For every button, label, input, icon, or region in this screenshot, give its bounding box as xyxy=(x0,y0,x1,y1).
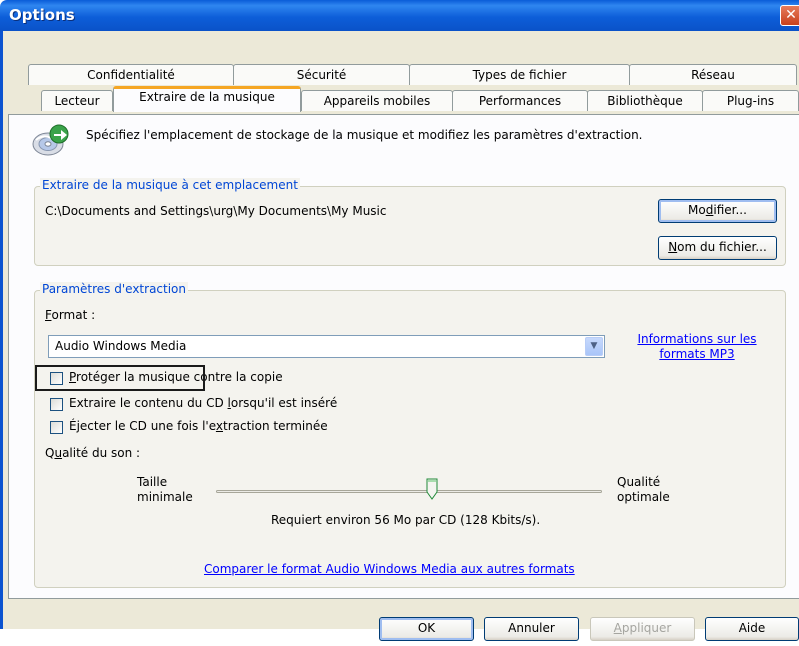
mp3-info-link[interactable]: Informations sur les formats MP3 xyxy=(622,332,772,362)
tab-plug-ins[interactable]: Plug-ins xyxy=(702,90,799,111)
quality-slider-track[interactable] xyxy=(216,490,602,493)
location-legend: Extraire de la musique à cet emplacement xyxy=(40,178,300,192)
tab-appareils-mobiles[interactable]: Appareils mobiles xyxy=(301,90,453,111)
title-bar[interactable] xyxy=(0,0,799,31)
close-button[interactable]: ✕ xyxy=(780,5,799,26)
compare-formats-link[interactable]: Comparer le format Audio Windows Media a… xyxy=(204,562,575,576)
modify-button[interactable]: Modifier... xyxy=(658,199,777,223)
cd-rip-icon xyxy=(31,122,71,158)
location-path: C:\Documents and Settings\urg\My Documen… xyxy=(45,204,387,218)
tab-performances[interactable]: Performances xyxy=(452,90,588,111)
quality-info: Requiert environ 56 Mo par CD (128 Kbits… xyxy=(271,513,541,527)
chevron-down-icon[interactable]: ▼ xyxy=(585,337,603,356)
tab-lecteur[interactable]: Lecteur xyxy=(41,90,113,111)
apply-button[interactable]: Appliquer xyxy=(590,617,695,641)
tab-types-de-fichier[interactable]: Types de fichier xyxy=(409,64,630,85)
auto-rip-checkbox[interactable] xyxy=(50,398,63,411)
auto-rip-label[interactable]: Extraire le contenu du CD lorsqu'il est … xyxy=(69,396,337,410)
cancel-button[interactable]: Annuler xyxy=(484,617,579,641)
tab-reseau[interactable]: Réseau xyxy=(629,64,797,85)
quality-min-label: Taille minimale xyxy=(137,475,193,504)
tab-confidentialite[interactable]: Confidentialité xyxy=(28,64,234,85)
help-button[interactable]: Aide xyxy=(705,617,799,641)
eject-checkbox[interactable] xyxy=(50,421,63,434)
tab-securite[interactable]: Sécurité xyxy=(233,64,410,85)
format-select[interactable]: Audio Windows Media ▼ xyxy=(48,335,605,358)
format-select-value: Audio Windows Media xyxy=(55,339,187,353)
filename-button[interactable]: Nom du fichier... xyxy=(658,236,777,260)
header-description: Spécifiez l'emplacement de stockage de l… xyxy=(86,128,643,142)
tab-extraire-musique[interactable]: Extraire de la musique xyxy=(113,86,301,112)
ok-button[interactable]: OK xyxy=(379,617,474,641)
window-title: Options xyxy=(9,6,75,24)
eject-label[interactable]: Éjecter le CD une fois l'extraction term… xyxy=(69,419,328,433)
quality-slider-thumb[interactable] xyxy=(426,478,438,500)
extraction-legend: Paramètres d'extraction xyxy=(40,282,188,296)
quality-max-label: Qualité optimale xyxy=(617,475,670,504)
format-label: Format : xyxy=(45,308,96,322)
tab-bibliotheque[interactable]: Bibliothèque xyxy=(587,90,703,111)
highlight-rectangle xyxy=(35,365,205,391)
quality-label: Qualité du son : xyxy=(45,446,141,460)
close-icon: ✕ xyxy=(785,7,797,23)
